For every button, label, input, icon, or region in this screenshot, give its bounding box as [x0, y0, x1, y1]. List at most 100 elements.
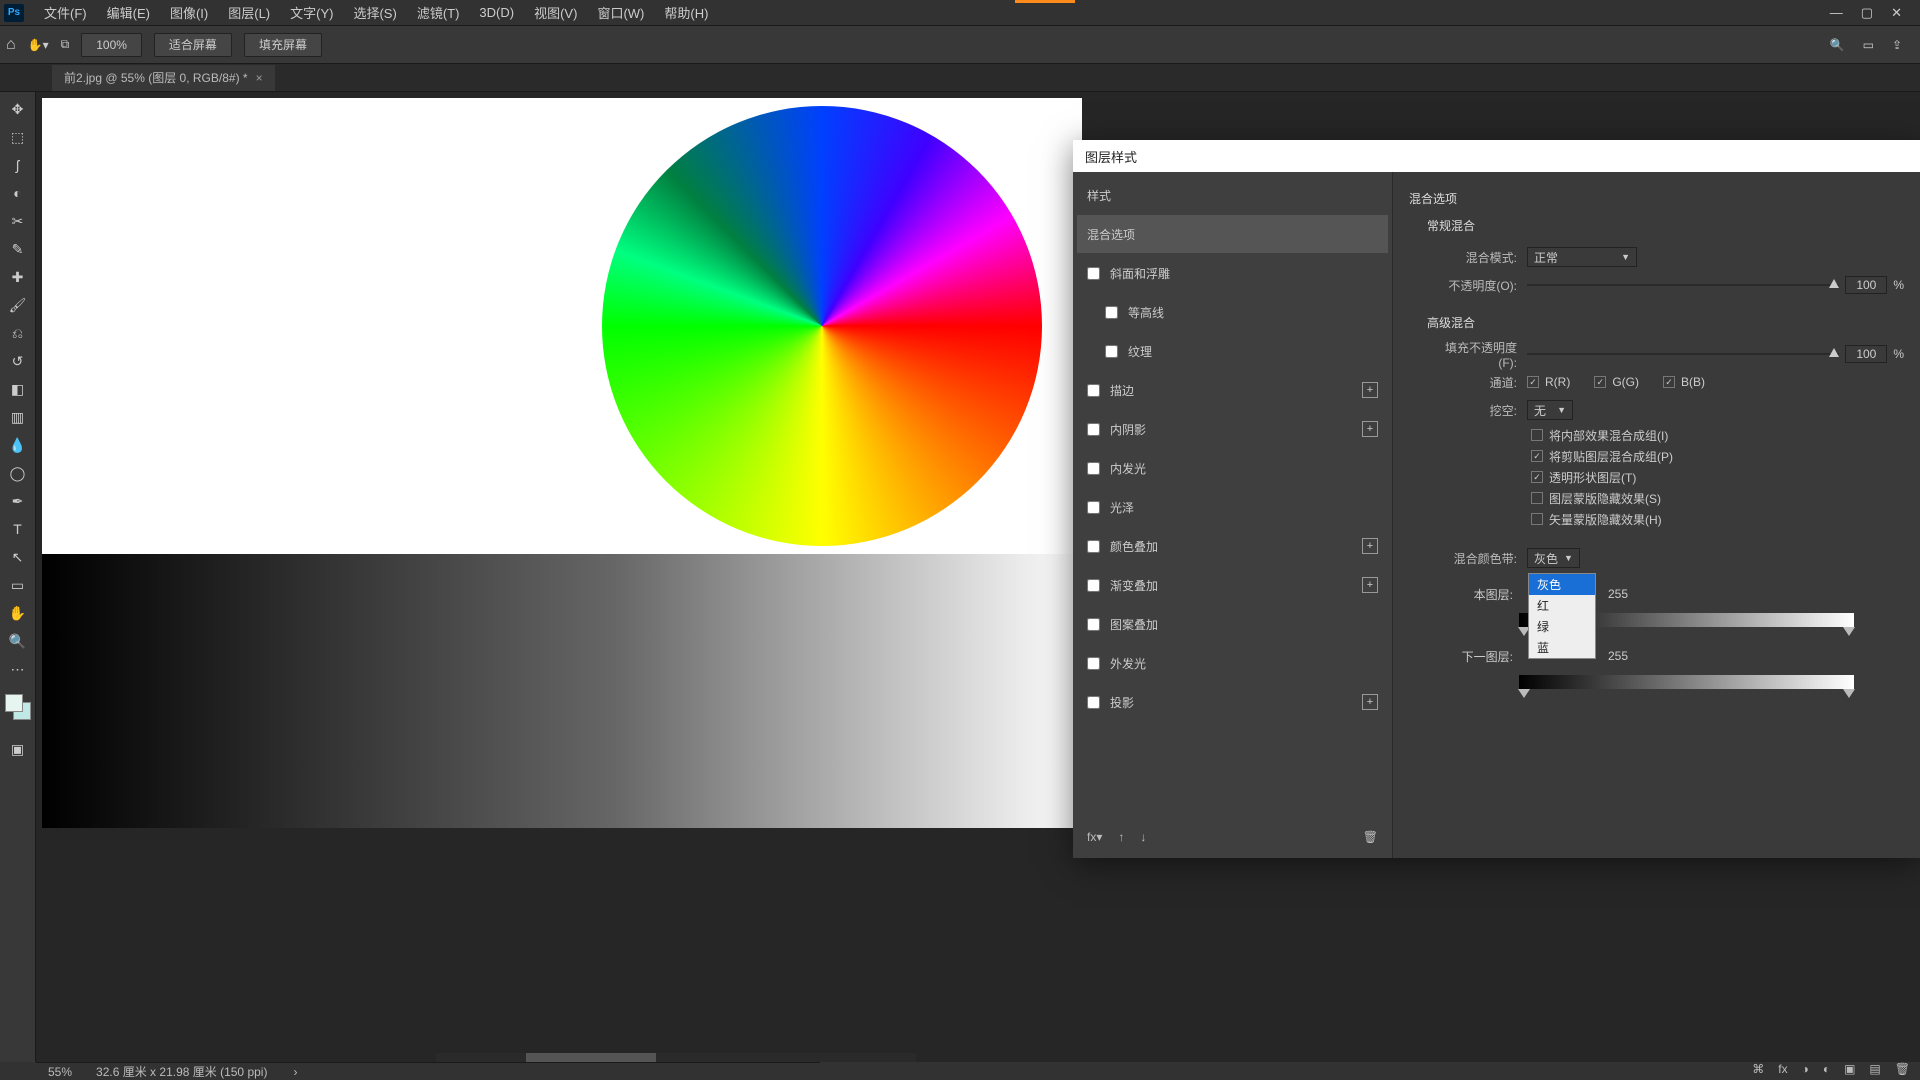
blendif-select[interactable]: 灰色▼ 灰色 红 绿 蓝 [1527, 548, 1580, 568]
menu-layer[interactable]: 图层(L) [218, 0, 280, 26]
eyedropper-tool-icon[interactable]: ✎ [4, 236, 32, 262]
under-white-handle[interactable] [1843, 689, 1855, 698]
opacity-value[interactable]: 100 [1845, 276, 1887, 294]
blur-tool-icon[interactable]: 💧 [4, 432, 32, 458]
style-dropshadow-check[interactable] [1087, 696, 1100, 709]
knockout-select[interactable]: 无▼ [1527, 400, 1573, 420]
edit-toolbar-icon[interactable]: ⋯ [4, 656, 32, 682]
menu-edit[interactable]: 编辑(E) [97, 0, 160, 26]
hand-tool-icon[interactable]: ✋▾ [28, 38, 49, 52]
gradient-tool-icon[interactable]: ▥ [4, 404, 32, 430]
menu-select[interactable]: 选择(S) [343, 0, 406, 26]
style-bevel-check[interactable] [1087, 267, 1100, 280]
add-stroke-icon[interactable]: + [1362, 382, 1378, 398]
mask-icon[interactable]: ◑ [1802, 1062, 1809, 1076]
document-tab[interactable]: 前2.jpg @ 55% (图层 0, RGB/8#) * × [52, 65, 275, 91]
add-gradoverlay-icon[interactable]: + [1362, 577, 1378, 593]
zoom-tool-icon[interactable]: 🔍 [4, 628, 32, 654]
style-texture-check[interactable] [1105, 345, 1118, 358]
vectormask-hide-check[interactable] [1531, 513, 1543, 525]
move-up-icon[interactable]: ↑ [1118, 830, 1124, 844]
share-icon[interactable]: ⇪ [1892, 38, 1902, 52]
menu-filter[interactable]: 滤镜(T) [407, 0, 470, 26]
brush-tool-icon[interactable]: 🖌 [4, 292, 32, 318]
color-swatches[interactable] [5, 694, 31, 720]
channel-b-check[interactable] [1663, 376, 1675, 388]
fill-opacity-slider[interactable] [1527, 353, 1839, 355]
window-maximize[interactable]: ▢ [1861, 5, 1873, 21]
style-inner-shadow[interactable]: 内阴影+ [1077, 410, 1388, 448]
add-innershadow-icon[interactable]: + [1362, 421, 1378, 437]
dropdown-option-red[interactable]: 红 [1529, 595, 1595, 616]
menu-type[interactable]: 文字(Y) [280, 0, 343, 26]
window-minimize[interactable]: — [1830, 5, 1843, 21]
move-down-icon[interactable]: ↓ [1140, 830, 1146, 844]
this-white-handle[interactable] [1843, 627, 1855, 636]
crop-tool-icon[interactable]: ✂ [4, 208, 32, 234]
style-gradoverlay-check[interactable] [1087, 579, 1100, 592]
link-icon[interactable]: ⌘ [1752, 1062, 1764, 1076]
style-bevel[interactable]: 斜面和浮雕 [1077, 254, 1388, 292]
type-tool-icon[interactable]: T [4, 516, 32, 542]
fit-screen-button[interactable]: 适合屏幕 [154, 33, 232, 57]
transparency-shapes-check[interactable] [1531, 471, 1543, 483]
dropdown-option-gray[interactable]: 灰色 [1529, 574, 1595, 595]
style-coloroverlay-check[interactable] [1087, 540, 1100, 553]
quickmask-icon[interactable]: ▣ [4, 736, 32, 762]
channel-r-check[interactable] [1527, 376, 1539, 388]
styles-header[interactable]: 样式 [1077, 176, 1388, 214]
blendif-dropdown[interactable]: 灰色 红 绿 蓝 [1528, 573, 1596, 659]
group-icon[interactable]: ▣ [1844, 1062, 1855, 1076]
window-close[interactable]: ✕ [1891, 5, 1902, 21]
blend-mode-select[interactable]: 正常▼ [1527, 247, 1637, 267]
menu-3d[interactable]: 3D(D) [469, 0, 524, 26]
style-inner-glow[interactable]: 内发光 [1077, 449, 1388, 487]
opacity-slider[interactable] [1527, 284, 1839, 286]
zoom-level[interactable]: 100% [81, 33, 142, 57]
tab-close-icon[interactable]: × [256, 71, 263, 85]
menu-image[interactable]: 图像(I) [160, 0, 218, 26]
menu-help[interactable]: 帮助(H) [654, 0, 718, 26]
marquee-tool-icon[interactable]: ⬚ [4, 124, 32, 150]
style-satin-check[interactable] [1087, 501, 1100, 514]
fill-screen-button[interactable]: 填充屏幕 [244, 33, 322, 57]
style-innershadow-check[interactable] [1087, 423, 1100, 436]
adjust-icon[interactable]: ◐ [1823, 1062, 1830, 1076]
delete-icon[interactable]: 🗑 [1895, 1062, 1910, 1076]
under-layer-gradient[interactable] [1519, 675, 1854, 689]
style-gradient-overlay[interactable]: 渐变叠加+ [1077, 566, 1388, 604]
fill-opacity-value[interactable]: 100 [1845, 345, 1887, 363]
lasso-tool-icon[interactable]: ʃ [4, 152, 32, 178]
style-color-overlay[interactable]: 颜色叠加+ [1077, 527, 1388, 565]
menu-view[interactable]: 视图(V) [524, 0, 587, 26]
under-black-handle[interactable] [1518, 689, 1530, 698]
fx-icon[interactable]: fx▾ [1087, 830, 1102, 844]
dropdown-option-blue[interactable]: 蓝 [1529, 637, 1595, 658]
interior-effects-check[interactable] [1531, 429, 1543, 441]
move-tool-icon[interactable]: ✥ [4, 96, 32, 122]
style-innerglow-check[interactable] [1087, 462, 1100, 475]
quickselect-tool-icon[interactable]: ◐ [4, 180, 32, 206]
menu-file[interactable]: 文件(F) [34, 0, 97, 26]
stamp-tool-icon[interactable]: ⎌ [4, 320, 32, 346]
style-outer-glow[interactable]: 外发光 [1077, 644, 1388, 682]
workspace-icon[interactable]: ▭ [1863, 38, 1874, 52]
history-brush-icon[interactable]: ↺ [4, 348, 32, 374]
new-layer-icon[interactable]: ▤ [1869, 1062, 1880, 1076]
pen-tool-icon[interactable]: ✒ [4, 488, 32, 514]
path-tool-icon[interactable]: ↖ [4, 544, 32, 570]
add-coloroverlay-icon[interactable]: + [1362, 538, 1378, 554]
menu-window[interactable]: 窗口(W) [587, 0, 654, 26]
status-more-icon[interactable]: › [293, 1065, 297, 1079]
hand-tool-icon[interactable]: ✋ [4, 600, 32, 626]
trash-icon[interactable]: 🗑 [1363, 830, 1378, 844]
status-doc-info[interactable]: 32.6 厘米 x 21.98 厘米 (150 ppi) [96, 1063, 267, 1080]
add-dropshadow-icon[interactable]: + [1362, 694, 1378, 710]
eraser-tool-icon[interactable]: ◧ [4, 376, 32, 402]
style-outerglow-check[interactable] [1087, 657, 1100, 670]
canvas-scrollbar-horizontal[interactable] [436, 1053, 916, 1062]
status-zoom[interactable]: 55% [48, 1065, 72, 1079]
scroll-all-icon[interactable]: ⧉ [61, 37, 70, 52]
search-icon[interactable]: 🔍 [1830, 38, 1845, 52]
fx-footer-icon[interactable]: fx [1778, 1062, 1787, 1076]
